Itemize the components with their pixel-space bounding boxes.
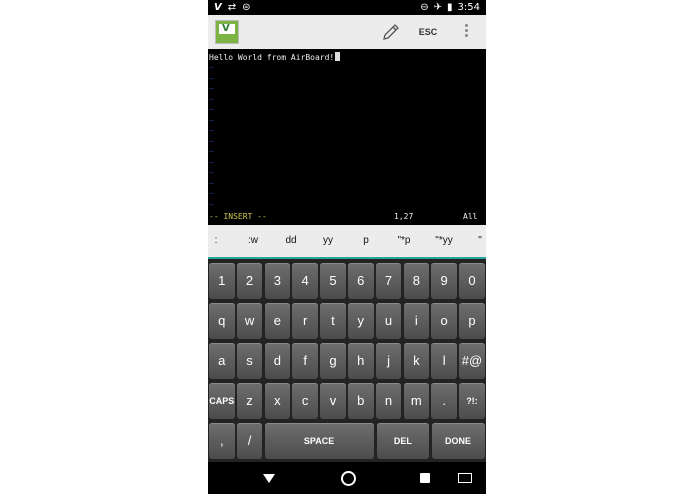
editor-text: Hello World from AirBoard! bbox=[209, 53, 335, 62]
key-0[interactable]: 0 bbox=[459, 263, 485, 299]
key-.[interactable]: . bbox=[431, 383, 457, 419]
nav-bar bbox=[208, 462, 486, 494]
empty-line-marker: ~ bbox=[209, 105, 214, 114]
empty-line-marker: ~ bbox=[209, 84, 214, 93]
text-cursor bbox=[335, 52, 341, 61]
shortcut-button[interactable]: p bbox=[348, 225, 384, 257]
status-time: 3:54 bbox=[457, 2, 480, 13]
empty-line-marker: ~ bbox=[209, 115, 214, 125]
keyboard-icon[interactable] bbox=[458, 473, 472, 483]
key-caps[interactable]: CAPS bbox=[209, 383, 235, 419]
key-o[interactable]: o bbox=[431, 303, 457, 339]
shortcut-button[interactable]: "*yy bbox=[426, 225, 462, 257]
vim-editor[interactable]: Hello World from AirBoard! ~ ~ ~ ~ ~ ~ ~ ~ ~ ~ ~ ~ ~… bbox=[208, 49, 486, 225]
vim-v-icon: V bbox=[214, 2, 222, 13]
key-7[interactable]: 7 bbox=[375, 263, 402, 299]
key-p[interactable]: p bbox=[459, 303, 485, 339]
empty-line-marker: ~ bbox=[209, 147, 214, 156]
empty-line-marker: ~ bbox=[209, 178, 214, 188]
key-g[interactable]: g bbox=[320, 343, 346, 379]
key-8[interactable]: 8 bbox=[403, 263, 430, 299]
key-w[interactable]: w bbox=[236, 303, 263, 339]
empty-line-marker: ~ bbox=[209, 73, 214, 83]
key-r[interactable]: r bbox=[292, 303, 318, 339]
key-s[interactable]: s bbox=[236, 343, 263, 379]
key-6[interactable]: 6 bbox=[348, 263, 374, 299]
key-h[interactable]: h bbox=[348, 343, 374, 379]
shortcut-button[interactable]: yy bbox=[310, 225, 346, 257]
key-j[interactable]: j bbox=[375, 343, 402, 379]
airplane-icon: ✈ bbox=[433, 2, 443, 13]
robot-icon: ⊜ bbox=[242, 2, 251, 13]
empty-line-marker: ~ bbox=[209, 199, 214, 209]
key-x[interactable]: x bbox=[264, 383, 291, 419]
scroll-indicator: All bbox=[463, 212, 478, 221]
key-z[interactable]: z bbox=[236, 383, 263, 419]
key-q[interactable]: q bbox=[209, 303, 235, 339]
key-1[interactable]: 1 bbox=[209, 263, 235, 299]
status-bar: V ⇄ ⊜ ⊖ ✈ ▮ 3:54 bbox=[208, 0, 486, 15]
wifi-off-icon: ⇄ bbox=[227, 2, 237, 13]
key-comma[interactable]: , bbox=[209, 423, 235, 459]
esc-button[interactable]: ESC bbox=[413, 23, 443, 41]
empty-line-marker: ~ bbox=[209, 63, 214, 72]
key-v[interactable]: v bbox=[320, 383, 346, 419]
empty-line-marker: ~ bbox=[209, 126, 214, 135]
key-c[interactable]: c bbox=[292, 383, 318, 419]
key-d[interactable]: d bbox=[264, 343, 291, 379]
more-vert-icon[interactable] bbox=[460, 22, 472, 44]
pencil-icon[interactable] bbox=[380, 21, 402, 43]
recents-icon[interactable] bbox=[420, 473, 430, 483]
key-y[interactable]: y bbox=[348, 303, 374, 339]
key-u[interactable]: u bbox=[375, 303, 402, 339]
phone-screen: V ⇄ ⊜ ⊖ ✈ ▮ 3:54 V ESC Hello World from … bbox=[208, 0, 486, 494]
key-9[interactable]: 9 bbox=[431, 263, 457, 299]
keyboard: 1 2 3 4 5 6 7 8 9 0 q w e r t y u i o p a s d f g h j k l #@ CAPS z x c v b… bbox=[208, 259, 486, 462]
key-2[interactable]: 2 bbox=[236, 263, 263, 299]
app-logo-icon: V bbox=[215, 20, 239, 44]
mode-indicator: -- INSERT -- bbox=[209, 212, 267, 221]
cursor-position: 1,27 bbox=[394, 212, 414, 221]
key-space[interactable]: SPACE bbox=[264, 423, 374, 459]
home-icon[interactable] bbox=[341, 471, 356, 486]
key-m[interactable]: m bbox=[403, 383, 430, 419]
shortcut-button[interactable]: " bbox=[462, 225, 486, 257]
shortcut-button[interactable]: : bbox=[208, 225, 234, 257]
key-l[interactable]: l bbox=[431, 343, 457, 379]
empty-line-marker: ~ bbox=[209, 189, 214, 198]
shortcut-button[interactable]: dd bbox=[273, 225, 309, 257]
key-3[interactable]: 3 bbox=[264, 263, 291, 299]
empty-line-marker: ~ bbox=[209, 94, 214, 104]
empty-line-marker: ~ bbox=[209, 157, 214, 167]
back-icon[interactable] bbox=[263, 474, 275, 483]
shortcut-button[interactable]: "*p bbox=[386, 225, 422, 257]
app-bar: V ESC bbox=[208, 15, 486, 49]
do-not-disturb-icon: ⊖ bbox=[420, 2, 429, 13]
key-b[interactable]: b bbox=[348, 383, 374, 419]
key-#@[interactable]: #@ bbox=[459, 343, 485, 379]
key-e[interactable]: e bbox=[264, 303, 291, 339]
key-slash[interactable]: / bbox=[236, 423, 263, 459]
key-5[interactable]: 5 bbox=[320, 263, 346, 299]
editor-line: Hello World from AirBoard! bbox=[209, 52, 341, 62]
logo-letter: V bbox=[222, 23, 230, 34]
key-a[interactable]: a bbox=[209, 343, 235, 379]
key-?!:[interactable]: ?!: bbox=[459, 383, 485, 419]
key-k[interactable]: k bbox=[403, 343, 430, 379]
key-i[interactable]: i bbox=[403, 303, 430, 339]
battery-icon: ▮ bbox=[447, 2, 453, 13]
empty-line-marker: ~ bbox=[209, 168, 214, 177]
empty-line-marker: ~ bbox=[209, 136, 214, 146]
key-4[interactable]: 4 bbox=[292, 263, 318, 299]
key-t[interactable]: t bbox=[320, 303, 346, 339]
shortcut-button[interactable]: :w bbox=[235, 225, 271, 257]
key-del[interactable]: DEL bbox=[376, 423, 430, 459]
shortcut-bar: ::w dd yy p "*p "*yy " bbox=[208, 225, 486, 257]
key-n[interactable]: n bbox=[375, 383, 402, 419]
key-f[interactable]: f bbox=[292, 343, 318, 379]
key-done[interactable]: DONE bbox=[431, 423, 485, 459]
